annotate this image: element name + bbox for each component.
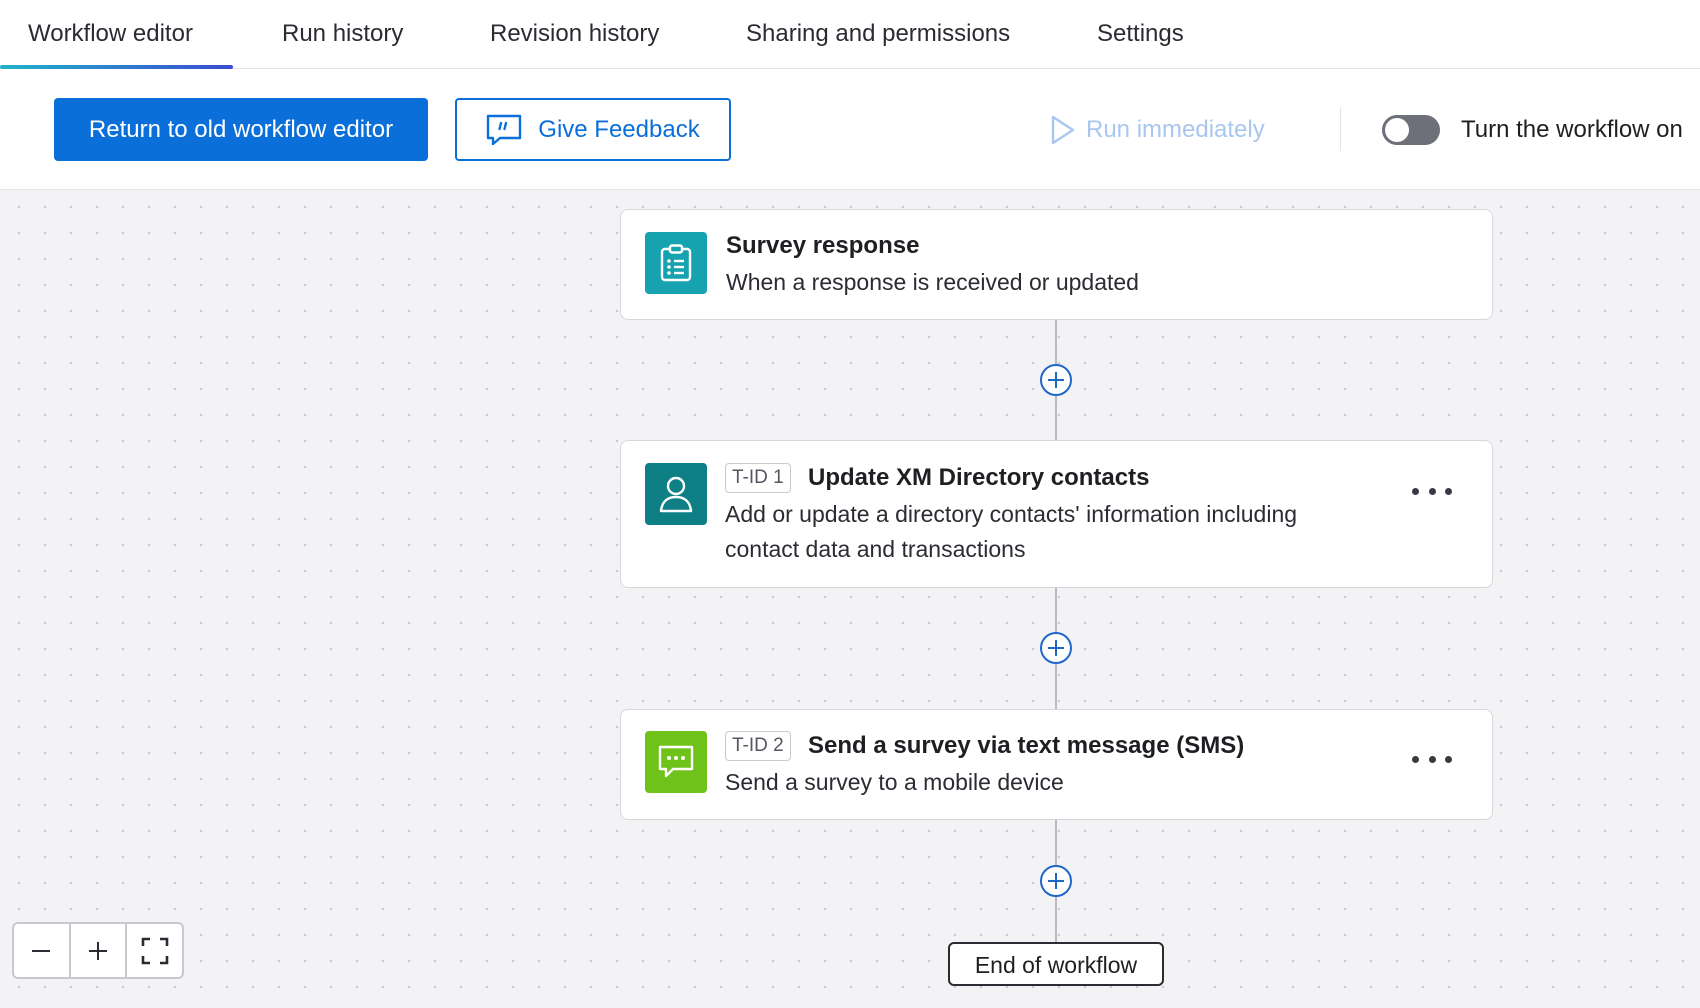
tab-revision-history[interactable]: Revision history [490,0,659,68]
task-card-send-sms[interactable]: T-ID 2 Send a survey via text message (S… [620,709,1493,820]
give-feedback-button[interactable]: Give Feedback [455,98,731,161]
workflow-on-toggle[interactable] [1382,115,1440,145]
workflow-canvas[interactable]: Survey response When a response is recei… [0,190,1700,1008]
tab-settings[interactable]: Settings [1097,0,1184,68]
return-to-old-editor-button[interactable]: Return to old workflow editor [54,98,428,161]
fit-to-screen-button[interactable] [127,924,182,977]
toggle-knob [1385,118,1409,142]
feedback-speech-icon [487,114,522,145]
trigger-description: When a response is received or updated [726,269,1139,295]
toggle-label: Turn the workflow on [1461,116,1683,143]
dot-icon [1412,755,1419,763]
more-options-button[interactable] [1412,744,1452,774]
task-description: Send a survey to a mobile device [725,769,1064,795]
task-title: Update XM Directory contacts [808,464,1150,491]
task-id-badge: T-ID 2 [725,731,791,761]
tab-sharing-and-permissions[interactable]: Sharing and permissions [746,0,1010,68]
task-title: Send a survey via text message (SMS) [808,732,1245,759]
dot-icon [1428,487,1436,495]
give-feedback-label: Give Feedback [538,115,700,143]
tab-bar: Workflow editor Run history Revision his… [0,0,1700,69]
dot-icon [1445,487,1452,495]
more-options-button[interactable] [1412,476,1452,506]
trigger-card[interactable]: Survey response When a response is recei… [620,209,1493,320]
dot-icon [1445,755,1452,763]
toolbar: Return to old workflow editor Give Feedb… [0,69,1700,190]
add-step-button[interactable] [1040,865,1072,897]
toolbar-divider [1340,107,1341,151]
zoom-in-button[interactable] [71,924,128,977]
task-card-update-contacts[interactable]: T-ID 1 Update XM Directory contacts Add … [620,440,1493,588]
person-icon [645,463,707,525]
add-step-button[interactable] [1040,632,1072,664]
clipboard-icon [645,232,707,294]
task-id-badge: T-ID 1 [725,463,791,493]
run-immediately-button[interactable]: Run immediately [1050,98,1265,161]
zoom-controls [12,922,184,979]
trigger-title: Survey response [726,232,920,259]
zoom-out-button[interactable] [14,924,71,977]
plus-icon [89,941,107,960]
expand-icon [141,937,168,964]
end-of-workflow-label: End of workflow [948,942,1164,986]
tab-workflow-editor[interactable]: Workflow editor [0,0,233,69]
minus-icon [32,949,51,952]
chat-bubble-icon [645,731,707,793]
tab-run-history[interactable]: Run history [282,0,403,68]
dot-icon [1412,487,1419,495]
run-immediately-label: Run immediately [1086,115,1265,143]
play-icon [1051,115,1075,144]
task-description: Add or update a directory contacts' info… [725,501,1298,562]
add-step-button[interactable] [1040,364,1072,396]
dot-icon [1428,755,1436,763]
